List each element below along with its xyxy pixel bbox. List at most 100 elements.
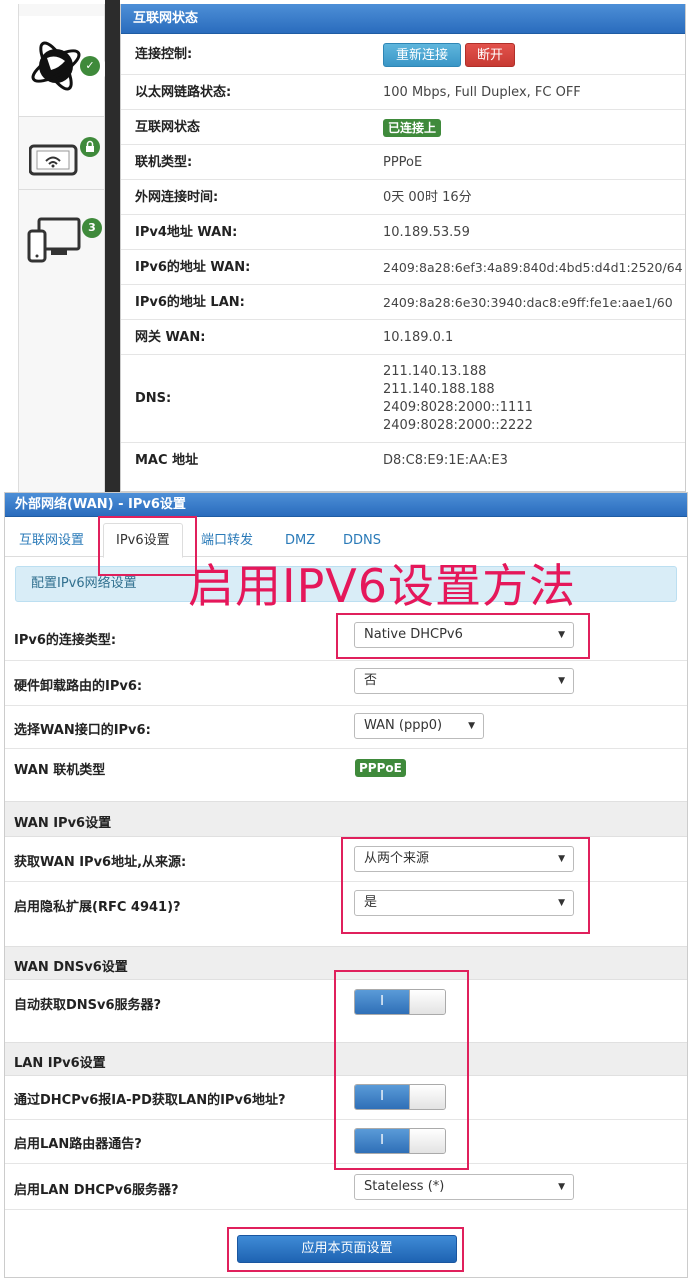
toggle-on-label: I bbox=[355, 1129, 409, 1153]
field-label: 选择WAN接口的IPv6: bbox=[14, 723, 151, 738]
caret-down-icon: ▼ bbox=[468, 721, 475, 731]
wan-interface-select[interactable]: WAN (ppp0) ▼ bbox=[354, 713, 484, 739]
connection-type-row: 联机类型: PPPoE bbox=[121, 145, 685, 180]
ipv6-lan-row: IPv6的地址 LAN: 2409:8a28:6e30:3940:dac8:e9… bbox=[121, 285, 685, 320]
select-value: 从两个来源 bbox=[364, 851, 430, 866]
lock-icon bbox=[80, 137, 100, 157]
tab-internet-settings[interactable]: 互联网设置 bbox=[19, 526, 84, 556]
field-label: 自动获取DNSv6服务器? bbox=[14, 998, 162, 1013]
caret-down-icon: ▼ bbox=[558, 676, 565, 686]
internet-status-panel: 互联网状态 连接控制: 重新连接 断开 以太网链路状态: 100 Mbps, F… bbox=[120, 4, 686, 492]
lan-dhcpv6-select[interactable]: Stateless (*) ▼ bbox=[354, 1174, 574, 1200]
divider bbox=[105, 0, 120, 492]
internet-status-area: ✓ 3 互联网状态 连接控制: 重新连接 断开 以太网链路状态: 100 Mbp… bbox=[0, 0, 692, 492]
uptime-row: 外网连接时间: 0天 00时 16分 bbox=[121, 180, 685, 215]
caret-down-icon: ▼ bbox=[558, 1182, 565, 1192]
field-label: WAN 联机类型 bbox=[14, 763, 106, 778]
auto-dns-row: 自动获取DNSv6服务器? I bbox=[5, 980, 687, 1042]
dns-server: 2409:8028:2000::1111 bbox=[383, 400, 533, 415]
row-value: 100 Mbps, Full Duplex, FC OFF bbox=[383, 85, 581, 100]
select-value: 否 bbox=[364, 673, 378, 688]
globe-icon bbox=[31, 41, 81, 91]
wan-interface-row: 选择WAN接口的IPv6: WAN (ppp0) ▼ bbox=[5, 706, 687, 749]
row-label: IPv4地址 WAN: bbox=[135, 225, 238, 240]
lan-dhcpv6-row: 启用LAN DHCPv6服务器? Stateless (*) ▼ bbox=[5, 1164, 687, 1210]
dns-list: 211.140.13.188 211.140.188.188 2409:8028… bbox=[383, 363, 533, 435]
field-label: IPv6的连接类型: bbox=[14, 633, 117, 648]
ipv4-row: IPv4地址 WAN: 10.189.53.59 bbox=[121, 215, 685, 250]
row-value: PPPoE bbox=[383, 155, 423, 170]
apply-settings-button[interactable]: 应用本页面设置 bbox=[237, 1235, 457, 1263]
mac-row: MAC 地址 D8:C8:E9:1E:AA:E3 bbox=[121, 443, 685, 478]
select-value: Native DHCPv6 bbox=[364, 627, 463, 642]
sidebar-item-clients[interactable]: 3 bbox=[19, 190, 104, 290]
field-label: 获取WAN IPv6地址,从来源: bbox=[14, 855, 187, 870]
iapd-row: 通过DHCPv6报IA-PD获取LAN的IPv6地址? I bbox=[5, 1076, 687, 1120]
connect-control-row: 连接控制: 重新连接 断开 bbox=[121, 34, 685, 75]
auto-dns-toggle[interactable]: I bbox=[354, 989, 446, 1015]
status-badge: 已连接上 bbox=[383, 119, 442, 137]
section-title: LAN IPv6设置 bbox=[14, 1056, 106, 1071]
caret-down-icon: ▼ bbox=[558, 630, 565, 640]
hw-offload-row: 硬件卸载路由的IPv6: 否 ▼ bbox=[5, 661, 687, 706]
section-wan-dnsv6: WAN DNSv6设置 bbox=[5, 946, 687, 980]
select-value: 是 bbox=[364, 895, 378, 910]
row-label: 连接控制: bbox=[135, 47, 193, 62]
row-value: 10.189.53.59 bbox=[383, 225, 470, 240]
row-label: 联机类型: bbox=[135, 155, 193, 170]
row-label: 互联网状态 bbox=[135, 120, 201, 135]
hw-offload-select[interactable]: 否 ▼ bbox=[354, 668, 574, 694]
disconnect-button[interactable]: 断开 bbox=[465, 43, 515, 67]
section-title: WAN IPv6设置 bbox=[14, 816, 112, 831]
dns-row: DNS: 211.140.13.188 211.140.188.188 2409… bbox=[121, 355, 685, 443]
wan-connection-type-row: WAN 联机类型 PPPoE bbox=[5, 749, 687, 801]
row-label: IPv6的地址 LAN: bbox=[135, 295, 245, 310]
row-value: D8:C8:E9:1E:AA:E3 bbox=[383, 453, 508, 468]
dns-server: 2409:8028:2000::2222 bbox=[383, 418, 533, 433]
status-badge: PPPoE bbox=[355, 759, 406, 777]
panel-title: 外部网络(WAN) - IPv6设置 bbox=[5, 493, 687, 517]
toggle-knob bbox=[409, 1085, 445, 1109]
caret-down-icon: ▼ bbox=[558, 854, 565, 864]
wireless-tablet-icon bbox=[29, 144, 78, 176]
internet-status-row: 互联网状态 已连接上 bbox=[121, 110, 685, 145]
tab-ipv6-settings[interactable]: IPv6设置 bbox=[103, 523, 183, 558]
row-label: DNS: bbox=[135, 391, 172, 406]
dns-server: 211.140.13.188 bbox=[383, 364, 487, 379]
status-sidebar: ✓ 3 bbox=[18, 4, 112, 492]
privacy-extension-select[interactable]: 是 ▼ bbox=[354, 890, 574, 916]
row-label: 以太网链路状态: bbox=[135, 85, 232, 100]
router-advert-row: 启用LAN路由器通告? I bbox=[5, 1120, 687, 1164]
toggle-on-label: I bbox=[355, 1085, 409, 1109]
select-value: Stateless (*) bbox=[364, 1179, 445, 1194]
get-wan-address-row: 获取WAN IPv6地址,从来源: 从两个来源 ▼ bbox=[5, 837, 687, 882]
field-label: 硬件卸载路由的IPv6: bbox=[14, 679, 143, 694]
address-source-select[interactable]: 从两个来源 ▼ bbox=[354, 846, 574, 872]
field-label: 启用LAN路由器通告? bbox=[14, 1137, 142, 1152]
section-lan-ipv6: LAN IPv6设置 bbox=[5, 1042, 687, 1076]
ipv6-connection-type-row: IPv6的连接类型: Native DHCPv6 ▼ bbox=[5, 615, 687, 661]
toggle-on-label: I bbox=[355, 990, 409, 1014]
client-count-badge: 3 bbox=[82, 218, 102, 238]
dns-server: 211.140.188.188 bbox=[383, 382, 495, 397]
field-label: 启用隐私扩展(RFC 4941)? bbox=[14, 900, 181, 915]
router-advert-toggle[interactable]: I bbox=[354, 1128, 446, 1154]
ipv6-wan-row: IPv6的地址 WAN: 2409:8a28:6ef3:4a89:840d:4b… bbox=[121, 250, 685, 285]
reconnect-button[interactable]: 重新连接 bbox=[383, 43, 461, 67]
row-label: MAC 地址 bbox=[135, 453, 199, 468]
iapd-toggle[interactable]: I bbox=[354, 1084, 446, 1110]
row-value: 2409:8a28:6ef3:4a89:840d:4bd5:d4d1:2520/… bbox=[383, 260, 683, 275]
connected-check-icon: ✓ bbox=[80, 56, 100, 76]
row-label: IPv6的地址 WAN: bbox=[135, 260, 251, 275]
ipv6-connection-type-select[interactable]: Native DHCPv6 ▼ bbox=[354, 622, 574, 648]
wan-ipv6-panel: 外部网络(WAN) - IPv6设置 互联网设置 IPv6设置 端口转发 DMZ… bbox=[4, 492, 688, 1278]
row-value: 10.189.0.1 bbox=[383, 330, 454, 345]
section-title: WAN DNSv6设置 bbox=[14, 960, 128, 975]
sidebar-item-internet[interactable]: ✓ bbox=[19, 16, 112, 116]
annotation-title: 启用IPV6设置方法 bbox=[188, 559, 577, 613]
row-value: 2409:8a28:6e30:3940:dac8:e9ff:fe1e:aae1/… bbox=[383, 295, 673, 310]
toggle-knob bbox=[409, 990, 445, 1014]
caret-down-icon: ▼ bbox=[558, 898, 565, 908]
row-label: 外网连接时间: bbox=[135, 190, 219, 205]
devices-icon bbox=[27, 217, 81, 263]
